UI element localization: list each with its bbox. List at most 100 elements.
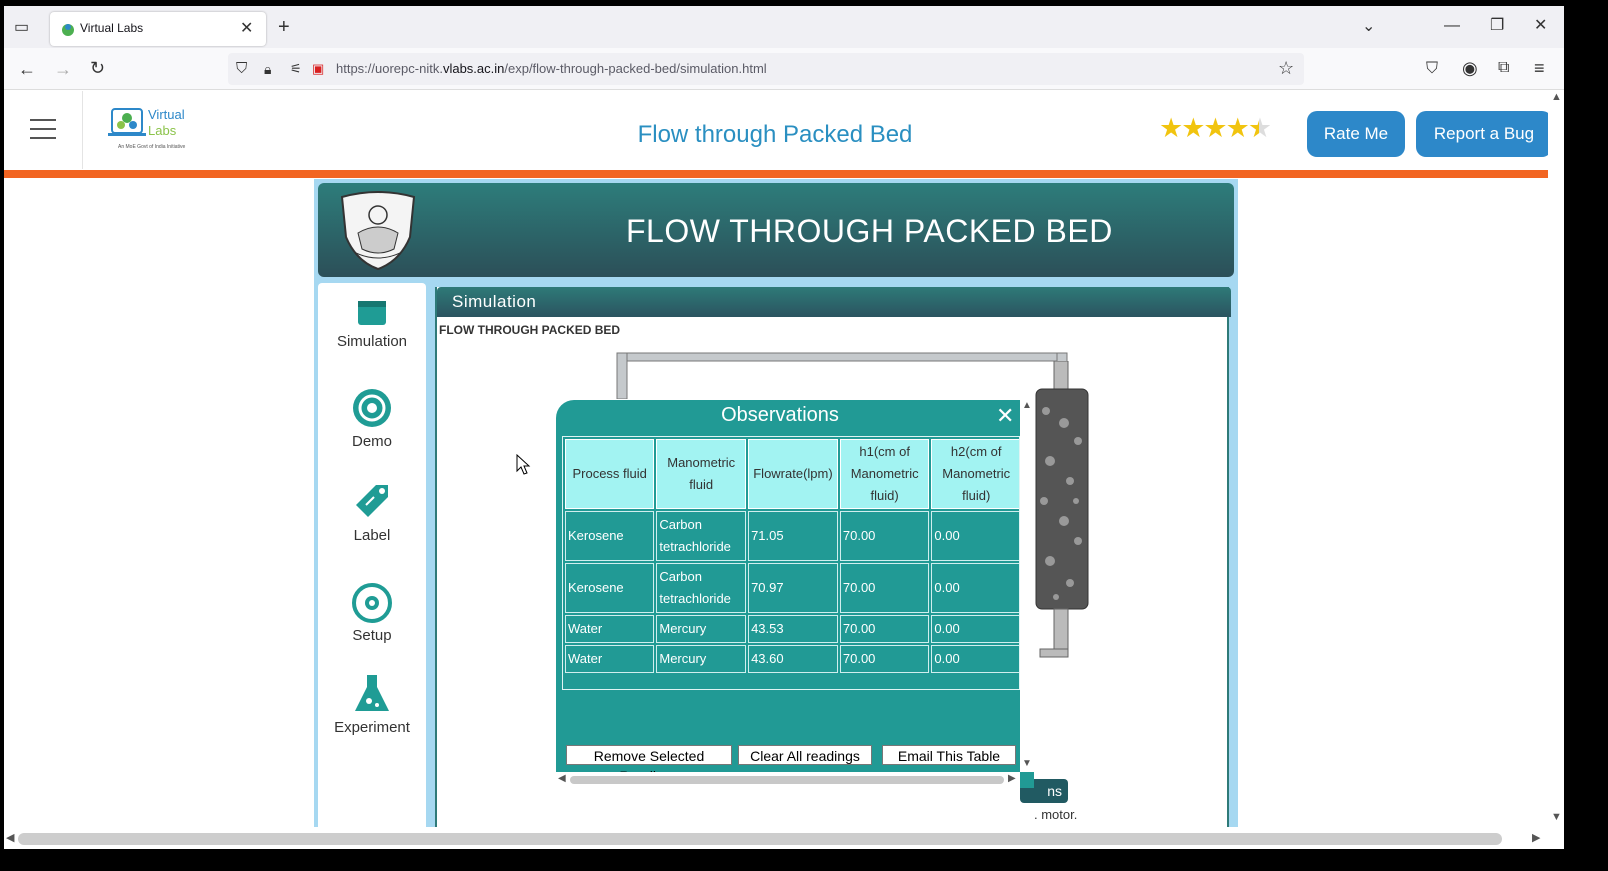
svg-text:An MoE Govt of India Initiativ: An MoE Govt of India Initiative <box>118 144 185 150</box>
table-cell: Mercury <box>656 615 747 643</box>
modal-horizontal-scrollbar[interactable]: ◀ ▶ <box>556 772 1020 788</box>
column-header: Process fluid <box>565 439 655 509</box>
tab-title: Virtual Labs <box>80 21 144 35</box>
app-menu-icon[interactable]: ≡ <box>1534 58 1545 78</box>
browser-window: ▭ Virtual Labs ✕ + ⌄ — ❐ ✕ ← → ↻ ⛉ 🔒︎ ⚟ … <box>4 6 1564 849</box>
table-row[interactable]: Water Mercury 43.53 70.00 0.00 <box>565 615 1019 643</box>
table-cell: Mercury <box>656 645 747 673</box>
extensions-icon[interactable]: ⧉ <box>1498 58 1509 78</box>
close-modal-icon[interactable]: ✕ <box>996 403 1014 429</box>
pipe-graphic <box>616 352 1068 399</box>
nav-bar: ← → ↻ ⛉ 🔒︎ ⚟ ▣ https://uorepc-nitk.vlabs… <box>4 48 1564 90</box>
remove-selected-readings-button[interactable]: Remove Selected Readings <box>566 745 732 784</box>
pocket-icon[interactable]: ⛉ <box>1426 59 1438 79</box>
account-icon[interactable]: ◉ <box>1462 58 1478 78</box>
tab-virtual-labs[interactable]: Virtual Labs ✕ <box>50 12 266 46</box>
scroll-right-icon[interactable]: ▶ <box>1008 773 1016 784</box>
experiment-banner: FLOW THROUGH PACKED BED <box>318 183 1234 277</box>
new-tab-icon[interactable]: + <box>278 17 290 37</box>
panel-title: Simulation <box>452 292 537 311</box>
rate-me-button[interactable]: Rate Me <box>1307 111 1405 157</box>
orange-divider <box>4 170 1548 178</box>
simulation-title: FLOW THROUGH PACKED BED <box>439 323 621 337</box>
back-icon[interactable]: ← <box>18 59 36 79</box>
motor-instruction-text: . motor. <box>1034 807 1078 822</box>
reload-icon[interactable]: ↻ <box>90 58 105 78</box>
simulation-panel-header: Simulation <box>437 287 1231 317</box>
mouse-cursor-icon <box>516 454 531 475</box>
column-header: h2(cm of Manometric fluid) <box>931 439 1019 509</box>
sidebar: Simulation Demo Label Setup Experiment <box>318 283 426 827</box>
autoplay-blocked-icon[interactable]: ▣ <box>312 59 324 79</box>
table-cell: 0.00 <box>931 511 1019 561</box>
rating-stars: ★★★★★ <box>1159 113 1272 144</box>
column-header: Manometric fluid <box>656 439 747 509</box>
column-header: h1(cm of Manometric fluid) <box>839 439 930 509</box>
table-cell: 71.05 <box>748 511 838 561</box>
table-cell: Water <box>565 645 655 673</box>
close-tab-icon[interactable]: ✕ <box>240 18 253 38</box>
sidebar-item-demo[interactable]: Demo <box>318 387 426 450</box>
page-scroll-left-icon[interactable]: ◀ <box>6 831 14 844</box>
close-window-icon[interactable]: ✕ <box>1534 16 1547 36</box>
email-table-button[interactable]: Email This Table <box>882 745 1016 765</box>
permissions-icon[interactable]: ⚟ <box>290 59 302 79</box>
packed-bed-column <box>1035 361 1089 658</box>
header-divider <box>82 91 83 169</box>
address-bar[interactable]: ⛉ 🔒︎ ⚟ ▣ https://uorepc-nitk.vlabs.ac.in… <box>228 53 1304 85</box>
table-cell: Carbon tetrachloride <box>656 563 747 613</box>
sidebar-item-label: Setup <box>352 627 392 644</box>
minimize-icon[interactable]: — <box>1444 16 1460 36</box>
scroll-up-icon[interactable]: ▲ <box>1022 400 1032 411</box>
scroll-down-icon[interactable]: ▼ <box>1022 758 1032 769</box>
tab-bar: ▭ Virtual Labs ✕ + ⌄ — ❐ ✕ <box>4 6 1564 48</box>
sidebar-item-label: Experiment <box>334 719 410 736</box>
sidebar-item-label: Simulation <box>336 333 408 350</box>
table-cell: 70.97 <box>748 563 838 613</box>
virtual-labs-logo[interactable]: Virtual Labs An MoE Govt of India Initia… <box>108 103 200 153</box>
flask-icon <box>355 675 389 711</box>
url-text[interactable]: https://uorepc-nitk.vlabs.ac.in/exp/flow… <box>336 61 767 76</box>
site-title: Flow through Packed Bed <box>637 121 913 148</box>
table-cell: 0.00 <box>931 563 1019 613</box>
table-cell: Kerosene <box>565 511 655 561</box>
sidebar-item-label[interactable]: Label <box>318 479 426 544</box>
table-row[interactable]: Kerosene Carbon tetrachloride 70.97 70.0… <box>565 563 1019 613</box>
tab-overview-icon[interactable]: ▭ <box>14 18 29 38</box>
page-horizontal-scrollbar[interactable]: ◀ ▶ <box>4 827 1548 849</box>
table-row[interactable]: Water Mercury 43.60 70.00 0.00 <box>565 645 1019 673</box>
page-vertical-scrollbar[interactable]: ▲ ▼ <box>1548 91 1564 827</box>
modal-vertical-scrollbar[interactable]: ▲ ▼ <box>1020 400 1034 772</box>
page-scroll-right-icon[interactable]: ▶ <box>1532 831 1540 844</box>
sidebar-item-simulation[interactable]: Simulation <box>318 297 426 350</box>
virtual-labs-favicon-icon <box>62 24 74 36</box>
modal-scroll-thumb[interactable] <box>570 776 1004 784</box>
page-scroll-up-icon[interactable]: ▲ <box>1551 91 1562 103</box>
table-cell: 70.00 <box>839 511 930 561</box>
table-row[interactable]: Kerosene Carbon tetrachloride 71.05 70.0… <box>565 511 1019 561</box>
tracking-shield-icon[interactable]: ⛉ <box>236 59 247 79</box>
banner-title: FLOW THROUGH PACKED BED <box>626 213 1113 249</box>
scroll-left-icon[interactable]: ◀ <box>558 773 566 784</box>
list-tabs-chevron-icon[interactable]: ⌄ <box>1362 17 1375 37</box>
table-cell: 70.00 <box>839 645 930 673</box>
sidebar-item-setup[interactable]: Setup <box>318 583 426 644</box>
hamburger-menu-icon[interactable] <box>30 119 56 139</box>
page-scroll-down-icon[interactable]: ▼ <box>1551 811 1562 823</box>
sidebar-item-label-text: Label <box>353 527 391 544</box>
svg-text:Labs: Labs <box>148 123 177 138</box>
table-header-row: Process fluid Manometric fluid Flowrate(… <box>565 439 1019 509</box>
observations-table-container: Process fluid Manometric fluid Flowrate(… <box>562 436 1020 690</box>
forward-icon[interactable]: → <box>54 59 72 79</box>
gear-cycle-icon <box>352 583 392 623</box>
page-scroll-thumb[interactable] <box>18 833 1502 845</box>
sidebar-item-experiment[interactable]: Experiment <box>318 673 426 736</box>
table-cell: 43.53 <box>748 615 838 643</box>
report-bug-button[interactable]: Report a Bug <box>1416 111 1548 157</box>
clear-all-readings-button[interactable]: Clear All readings <box>738 745 872 765</box>
restore-icon[interactable]: ❐ <box>1490 16 1504 36</box>
tag-icon <box>356 485 388 517</box>
lock-icon[interactable]: 🔒︎ <box>264 59 271 79</box>
bookmark-star-icon[interactable]: ☆ <box>1278 58 1294 78</box>
nitk-emblem-icon <box>340 191 416 271</box>
